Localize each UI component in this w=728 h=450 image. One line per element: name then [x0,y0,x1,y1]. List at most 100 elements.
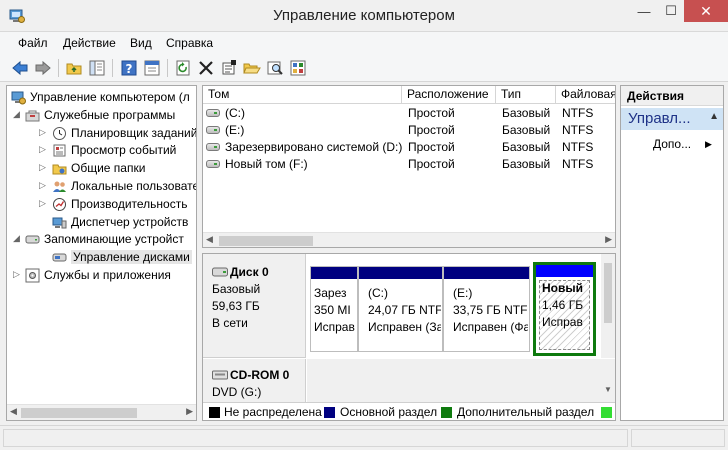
partition-status: Исправ [542,315,583,329]
disk-state: В сети [212,316,248,330]
volume-list[interactable]: Том Расположение Тип Файловая (C:) Просто… [202,85,616,248]
toolbar-separator [167,59,168,77]
volume-cell: (E:) [225,123,245,137]
column-header-layout[interactable]: Расположение [402,86,496,104]
more-actions-link[interactable]: Допо... [653,137,691,151]
tree-node-label: Локальные пользовате [71,179,197,193]
column-header-filesystem[interactable]: Файловая [556,86,615,104]
volume-cell: (C:) [225,106,245,120]
expand-arrow-icon[interactable]: ▷ [39,180,49,191]
column-header-type[interactable]: Тип [496,86,556,104]
hard-disk-icon [212,267,228,277]
volume-cell: Зарезервировано системой (D:) [225,140,403,154]
volume-row[interactable]: Новый том (F:) Простой Базовый NTFS [203,156,615,173]
disk-0-header[interactable]: Диск 0 Базовый 59,63 ГБ В сети [203,254,306,358]
expand-arrow-icon[interactable]: ▷ [39,198,49,209]
close-button[interactable]: ✕ [684,0,728,22]
partition-name: (E:) [453,286,473,300]
scroll-down-icon[interactable]: ▼ [604,385,612,394]
delete-icon[interactable] [197,59,215,77]
partition-c[interactable]: (C:) 24,07 ГБ NTFS Исправен (За [358,266,443,352]
scrollbar-thumb[interactable] [604,263,612,323]
partition-size: 33,75 ГБ NTFS [453,303,528,317]
volume-cell: Простой [408,140,455,154]
storage-icon [25,235,40,244]
disk-size: 59,63 ГБ [212,299,260,313]
disk-management-icon [52,253,67,262]
volume-row[interactable]: Зарезервировано системой (D:) Простой Базо… [203,139,615,156]
disk-vertical-scrollbar[interactable] [601,254,615,358]
legend-label-primary: Основной раздел [340,405,438,419]
expand-arrow-icon[interactable]: ▷ [39,127,49,138]
partition-reserved[interactable]: Зарез 350 МІ Исправ [310,266,358,352]
scroll-right-icon[interactable]: ▶ [605,234,612,245]
tree-node-label: Планировщик заданий [71,125,197,140]
title-bar: Управление компьютером — ☐ ✕ [0,0,728,32]
refresh-icon[interactable] [174,59,192,77]
volume-cell: NTFS [562,106,594,120]
menu-bar: Файл Действие Вид Справка [0,32,728,54]
tree-node-label: Производительность [71,196,188,211]
toolbar-separator [58,59,59,77]
cdrom-0-header[interactable]: CD-ROM 0 DVD (G:) [203,359,306,404]
menu-action[interactable]: Действие [63,36,116,50]
column-header-volume[interactable]: Том [203,86,402,104]
scrollbar-thumb[interactable] [219,236,313,246]
tree-node-label: Управление компьютером (л [30,90,190,104]
open-folder-icon[interactable] [243,59,261,77]
partition-size: 24,07 ГБ NTFS [368,303,441,317]
disk-vertical-scrollbar[interactable]: ▼ [601,359,615,404]
settings-icon[interactable] [220,59,238,77]
expand-arrow-icon[interactable]: ▷ [13,269,23,280]
show-hide-tree-icon[interactable] [88,59,106,77]
cdrom-icon [212,370,228,380]
back-icon[interactable] [11,59,29,77]
expand-arrow-icon[interactable]: ▷ [39,162,49,173]
search-icon[interactable] [266,59,284,77]
collapse-up-icon[interactable]: ▲ [709,111,719,122]
computer-management-icon [11,91,26,105]
scroll-right-icon[interactable]: ▶ [186,406,193,417]
tree-horizontal-scrollbar[interactable]: ◀ ▶ [7,404,196,420]
tree-node-label: Просмотр событий [71,143,177,158]
volume-row[interactable]: (E:) Простой Базовый NTFS [203,122,615,139]
help-icon[interactable]: ? [120,59,138,77]
legend-label-extended: Дополнительный раздел [457,405,595,419]
menu-help[interactable]: Справка [166,36,213,50]
volume-cell: Базовый [502,140,551,154]
minimize-button[interactable]: — [630,0,658,22]
console-tree[interactable]: Управление компьютером (л ◢ Служебные прог… [6,85,197,421]
volume-cell: NTFS [562,140,594,154]
export-icon[interactable] [289,59,307,77]
scroll-left-icon[interactable]: ◀ [10,406,17,417]
up-folder-icon[interactable] [65,59,83,77]
menu-file[interactable]: Файл [18,36,48,50]
disk-view[interactable]: Диск 0 Базовый 59,63 ГБ В сети Зарез 350 … [202,253,616,421]
legend-swatch-unallocated [209,407,220,418]
window-title: Управление компьютером [273,7,455,24]
collapse-arrow-icon[interactable]: ◢ [13,109,23,120]
scrollbar-thumb[interactable] [21,408,137,418]
submenu-arrow-icon[interactable]: ▶ [705,139,712,150]
expand-arrow-icon[interactable]: ▷ [39,144,49,155]
volume-cell: Новый том (F:) [225,157,308,171]
partition-new-volume[interactable]: Новый 1,46 ГБ Исправ [533,262,596,356]
partition-size: 1,46 ГБ [542,298,584,312]
menu-view[interactable]: Вид [130,36,152,50]
volume-drive-icon [206,160,220,168]
scroll-left-icon[interactable]: ◀ [206,234,213,245]
tree-node-label: Службы и приложения [44,268,171,282]
volume-horizontal-scrollbar[interactable]: ◀ ▶ [203,232,615,247]
partition-legend: Не распределена Основной раздел Дополнит… [203,402,615,420]
properties-icon[interactable] [143,59,161,77]
collapse-arrow-icon[interactable]: ◢ [13,233,23,244]
maximize-button[interactable]: ☐ [658,0,684,22]
actions-section-disk-management[interactable]: Управл... ▲ [621,108,723,130]
tree-node-label: Запоминающие устройст [44,232,184,247]
partition-color-bar [536,265,593,277]
partition-e[interactable]: (E:) 33,75 ГБ NTFS Исправен (Фа [443,266,530,352]
partition-status: Исправен (Фа [453,320,528,334]
volume-row[interactable]: (C:) Простой Базовый NTFS [203,105,615,122]
tree-node-label: Служебные программы [44,107,176,122]
forward-icon[interactable] [34,59,52,77]
